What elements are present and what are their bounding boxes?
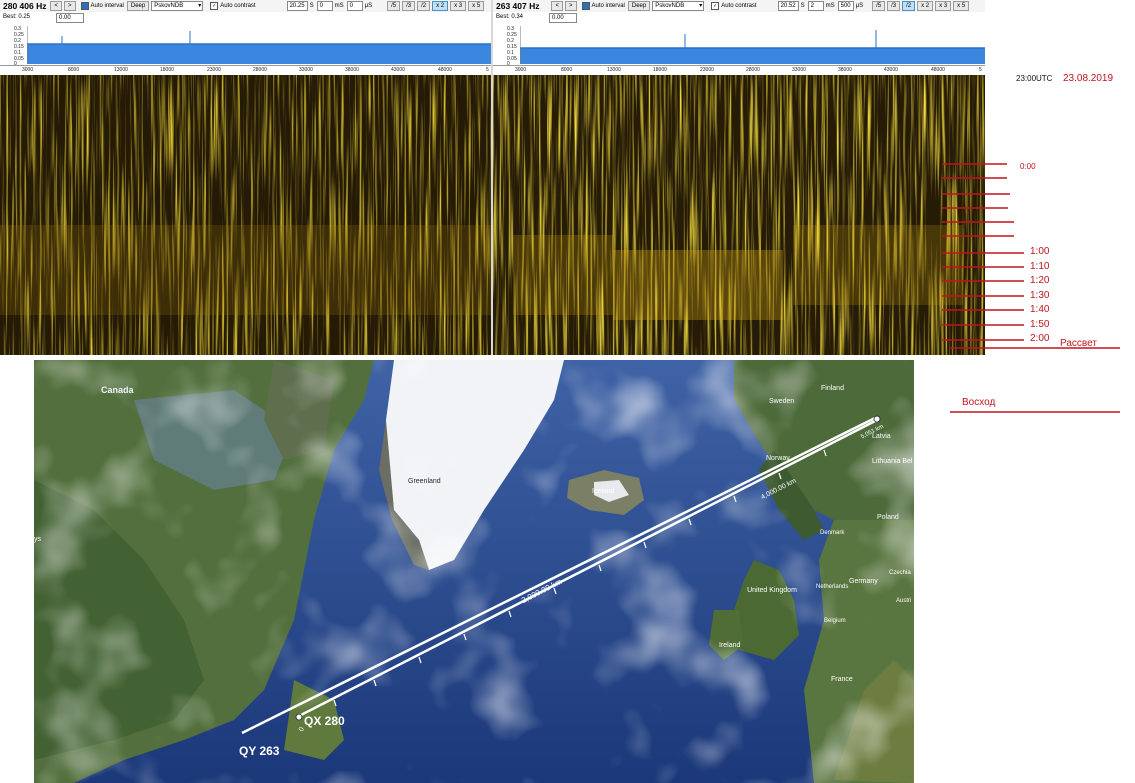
next-button[interactable]: > — [565, 1, 577, 11]
zoom-x2-button[interactable]: x 2 — [432, 1, 449, 11]
map-label-denmark: Denmark — [820, 530, 845, 536]
prev-button[interactable]: < — [50, 1, 62, 11]
us-input[interactable]: 0 — [346, 1, 363, 11]
deep-button[interactable]: Deep — [627, 1, 651, 11]
auto-contrast-checkbox[interactable]: ✓ Auto contrast — [711, 2, 757, 10]
deep-button[interactable]: Deep — [126, 1, 150, 11]
map-label-belgium: Belgium — [824, 618, 846, 624]
map-label-czechia: Czechia — [889, 570, 911, 576]
profile-select[interactable]: PskovNDB — [652, 1, 705, 11]
satellite-map[interactable]: Canada Greenland Iceland Finland Sweden … — [34, 360, 914, 783]
station-label-qy263: QY 263 — [239, 744, 280, 758]
zoom-x3-button[interactable]: x 3 — [935, 1, 952, 11]
zoom-x5-button[interactable]: x 5 — [953, 1, 970, 11]
auto-interval-checkbox[interactable]: Auto interval — [80, 2, 124, 10]
spectrum-trace — [27, 26, 491, 64]
time-mark-1: 1:00 — [1030, 246, 1050, 257]
checkbox-icon: ✓ — [711, 2, 720, 10]
frequency-label: 280 406 Hz — [3, 1, 47, 11]
map-label-france: France — [831, 676, 853, 683]
map-label-uk: United Kingdom — [747, 587, 797, 594]
seconds-input[interactable]: 20.52 — [777, 1, 799, 11]
time-mark-7: 2:00 — [1030, 333, 1050, 344]
db-axis: 0.3 0.25 0.2 0.15 0.1 0.05 0 — [14, 26, 24, 67]
sunrise-label: Восход — [962, 397, 996, 408]
time-mark-0: 0:00 — [1020, 162, 1036, 171]
map-label-austria: Austri — [896, 598, 912, 604]
waterfall-left — [0, 75, 491, 355]
zoom-div2-button[interactable]: /2 — [902, 1, 916, 11]
map-label-norway: Norway — [766, 455, 790, 462]
map-label-iceland: Iceland — [592, 488, 615, 495]
zoom-x5-button[interactable]: x 5 — [468, 1, 485, 11]
prev-button[interactable]: < — [551, 1, 563, 11]
map-label-finland: Finland — [821, 385, 844, 392]
ms-input[interactable]: 2 — [807, 1, 824, 11]
zoom-div3-button[interactable]: /3 — [402, 1, 416, 11]
toolbar-right: 263 407 Hz < > Auto interval Deep PskovN… — [493, 0, 985, 12]
frequency-axis: 3000 8000 13000 18000 23000 28000 33000 … — [0, 65, 491, 75]
map-label-edge: ys — [34, 536, 41, 543]
map-label-canada: Canada — [101, 385, 134, 395]
best-input[interactable]: 0.00 — [549, 13, 577, 23]
auto-interval-checkbox[interactable]: Auto interval — [581, 2, 625, 10]
zoom-div5-button[interactable]: /5 — [387, 1, 401, 11]
zoom-div5-button[interactable]: /5 — [872, 1, 886, 11]
ms-input[interactable]: 0 — [316, 1, 333, 11]
time-mark-2: 1:10 — [1030, 261, 1050, 272]
time-mark-6: 1:50 — [1030, 319, 1050, 330]
map-label-greenland: Greenland — [408, 478, 441, 485]
best-label: Best: 0.34 — [496, 14, 524, 20]
time-mark-4: 1:30 — [1030, 290, 1050, 301]
time-mark-5: 1:40 — [1030, 304, 1050, 315]
frequency-label: 263 407 Hz — [496, 1, 540, 11]
us-input[interactable]: 500 — [837, 1, 854, 11]
seconds-input[interactable]: 20.25 — [286, 1, 308, 11]
spectrum-plot[interactable]: Best: 0.34 0.00 0.3 0.25 0.2 0.15 0.1 0.… — [493, 12, 985, 67]
auto-contrast-checkbox[interactable]: ✓ Auto contrast — [210, 2, 256, 10]
spectrum-plot[interactable]: Best: 0.25 0.00 0.3 0.25 0.2 0.15 0.1 0.… — [0, 12, 491, 67]
map-label-germany: Germany — [849, 578, 878, 585]
date-label: 23.08.2019 — [1063, 73, 1114, 84]
map-label-lithuania: Lithuania Bel — [872, 458, 913, 465]
best-input[interactable]: 0.00 — [56, 13, 84, 23]
zoom-x2-button[interactable]: x 2 — [917, 1, 934, 11]
station-label-qx280: QX 280 — [304, 714, 345, 728]
next-button[interactable]: > — [64, 1, 76, 11]
checkbox-icon — [581, 2, 590, 10]
waterfall-right — [493, 75, 985, 355]
best-label: Best: 0.25 — [3, 14, 31, 20]
db-axis: 0.3 0.25 0.2 0.15 0.1 0.05 0 — [507, 26, 517, 67]
zoom-div3-button[interactable]: /3 — [887, 1, 901, 11]
checkbox-icon: ✓ — [210, 2, 219, 10]
dawn-label: Рассвет — [1060, 338, 1097, 349]
map-label-poland: Poland — [877, 514, 899, 521]
toolbar-left: 280 406 Hz < > Auto interval Deep PskovN… — [0, 0, 491, 12]
map-imagery — [34, 360, 914, 783]
utc-time-label: 23:00UTC — [1016, 74, 1053, 83]
map-label-netherlands: Netherlands — [816, 584, 849, 590]
spectrum-panel-left: 280 406 Hz < > Auto interval Deep PskovN… — [0, 0, 491, 355]
zoom-div2-button[interactable]: /2 — [417, 1, 431, 11]
checkbox-icon — [80, 2, 89, 10]
spectrum-trace — [520, 26, 985, 64]
map-label-ireland: Ireland — [719, 642, 741, 649]
zoom-x3-button[interactable]: x 3 — [450, 1, 467, 11]
time-mark-3: 1:20 — [1030, 275, 1050, 286]
frequency-axis: 3000 8000 13000 18000 23000 28000 33000 … — [493, 65, 985, 75]
map-label-sweden: Sweden — [769, 398, 795, 405]
spectrum-panel-right: 263 407 Hz < > Auto interval Deep PskovN… — [493, 0, 985, 355]
profile-select[interactable]: PskovNDB — [151, 1, 204, 11]
